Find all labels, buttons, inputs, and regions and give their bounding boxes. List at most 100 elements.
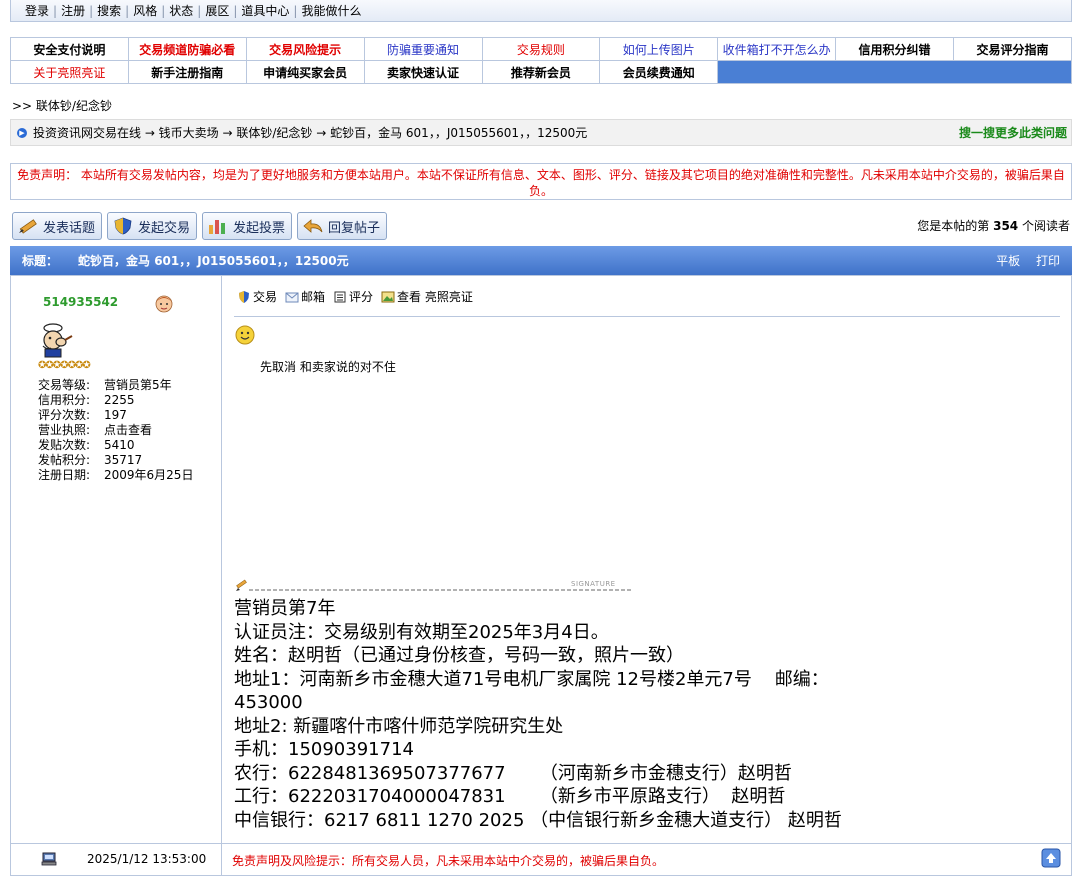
quicklink-safe-pay[interactable]: 安全支付说明	[10, 37, 129, 61]
quicklink-rating-guide[interactable]: 交易评分指南	[953, 37, 1072, 61]
star-icon: ✪	[38, 360, 46, 371]
stat-label: 信用积分:	[38, 393, 91, 407]
shield-icon	[114, 217, 132, 235]
view-license-label: 查看 亮照亮证	[397, 290, 473, 304]
stat-row: 营业执照: 点击查看	[38, 423, 193, 438]
nav-tools-center[interactable]: 道具中心	[237, 2, 293, 19]
quicklink-recommend-member[interactable]: 推荐新会员	[481, 60, 601, 84]
envelope-icon	[285, 292, 299, 302]
mailbox-link[interactable]: 邮箱	[285, 288, 325, 305]
stat-label: 发贴次数:	[38, 438, 91, 452]
reply-arrow-icon	[303, 219, 323, 233]
quicklink-newbie-guide[interactable]: 新手注册指南	[127, 60, 247, 84]
image-icon	[381, 291, 395, 302]
post-topic-button[interactable]: 发表话题	[12, 212, 103, 240]
nav-search[interactable]: 搜索	[93, 2, 125, 19]
quicklink-risk-notice[interactable]: 交易风险提示	[245, 37, 365, 61]
quicklink-inbox-help[interactable]: 收件箱打不开怎么办	[717, 37, 837, 61]
trade-label: 交易	[253, 290, 278, 304]
reply-button[interactable]: 回复帖子	[297, 212, 388, 240]
author-panel: 514935542 ✪ ✪ ✪ ✪ ✪ ✪ ✪ 交易等级: 营销员第5年 信用积…	[11, 276, 222, 843]
stat-label: 营业执照:	[38, 423, 91, 437]
trade-link[interactable]: 交易	[237, 288, 277, 305]
nav-style[interactable]: 风格	[129, 2, 161, 19]
quicklink-trade-rules[interactable]: 交易规则	[481, 37, 601, 61]
post-content: 交易 邮箱 评分 查看 亮照亮证 先取消 和卖家说的对不住 SIGNATURE …	[222, 276, 1071, 843]
signature-line: 农行：6228481369507377677 （河南新乡市金穗支行）赵明哲	[234, 762, 792, 784]
rate-link[interactable]: 评分	[333, 288, 373, 305]
star-icon: ✪	[60, 360, 68, 371]
stat-value: 5410	[104, 438, 135, 452]
signature-divider: SIGNATURE	[236, 579, 631, 591]
forum-path[interactable]: 投资资讯网交易在线 → 钱币大卖场 → 联体钞/纪念钞 → 蛇钞百，金马 601…	[33, 124, 587, 141]
quicklink-license[interactable]: 关于亮照亮证	[10, 60, 129, 84]
post-footer: 2025/1/12 13:53:00 免责声明及风险提示：所有交易人员，凡未采用…	[11, 843, 1071, 876]
start-poll-label: 发起投票	[233, 220, 286, 236]
stat-row: 注册日期: 2009年6月25日	[38, 468, 193, 483]
nav-exhibit[interactable]: 展区	[201, 2, 233, 19]
footer-warning: 免责声明及风险提示：所有交易人员，凡未采用本站中介交易的，被骗后果自负。	[232, 854, 665, 868]
stat-row: 评分次数: 197	[38, 408, 193, 423]
smiley-icon	[235, 325, 255, 345]
quicklink-filler	[717, 60, 1072, 84]
stat-label: 发帖积分:	[38, 453, 91, 467]
signature-tag: SIGNATURE	[571, 580, 616, 588]
stat-value: 197	[104, 408, 127, 422]
post-container: 514935542 ✪ ✪ ✪ ✪ ✪ ✪ ✪ 交易等级: 营销员第5年 信用积…	[10, 275, 1072, 876]
action-buttons: 发表话题 发起交易 发起投票 回复帖子	[12, 212, 388, 240]
signature-block: 营销员第7年 认证员注：交易级别有效期至2025年3月4日。 姓名：赵明哲（已通…	[234, 597, 842, 832]
signature-line: 地址1：河南新乡市金穗大道71号电机厂家属院 12号楼2单元7号 邮编：	[234, 668, 829, 690]
nav-what-can-i-do[interactable]: 我能做什么	[297, 2, 365, 19]
quicklink-credit-fix[interactable]: 信用积分纠错	[835, 37, 954, 61]
quicklink-upload-image[interactable]: 如何上传图片	[599, 37, 719, 61]
nav-register[interactable]: 注册	[57, 2, 89, 19]
signature-line: 453000	[234, 692, 303, 713]
stat-value: 35717	[104, 453, 143, 467]
quicklink-seller-verify[interactable]: 卖家快速认证	[363, 60, 483, 84]
stat-value: 2009年6月25日	[104, 468, 194, 482]
author-stats: 交易等级: 营销员第5年 信用积分: 2255 评分次数: 197 营业执照: 点击查看…	[38, 378, 193, 483]
nav-status[interactable]: 状态	[165, 2, 197, 19]
user-face-icon	[155, 295, 173, 313]
back-to-top-icon[interactable]	[1041, 848, 1061, 868]
start-trade-button[interactable]: 发起交易	[107, 212, 198, 240]
stat-label: 评分次数:	[38, 408, 91, 422]
quicklink-anti-fraud[interactable]: 交易频道防骗必看	[127, 37, 247, 61]
star-icon: ✪	[82, 360, 90, 371]
stat-row: 发帖积分: 35717	[38, 453, 193, 468]
start-poll-button[interactable]: 发起投票	[202, 212, 293, 240]
print-link[interactable]: 打印	[1036, 254, 1060, 268]
quick-links-table: 安全支付说明 交易频道防骗必看 交易风险提示 防骗重要通知 交易规则 如何上传图…	[10, 37, 1072, 84]
flat-view-link[interactable]: 平板	[996, 254, 1020, 268]
stat-row: 发贴次数: 5410	[38, 438, 193, 453]
license-link[interactable]: 点击查看	[104, 423, 152, 438]
stat-value: 2255	[104, 393, 135, 407]
document-icon	[334, 291, 346, 302]
quicklink-fraud-notice[interactable]: 防骗重要通知	[363, 37, 483, 61]
signature-line: 认证员注：交易级别有效期至2025年3月4日。	[234, 621, 609, 643]
shield-icon	[239, 290, 249, 303]
rate-label: 评分	[349, 290, 374, 304]
breadcrumb: >> 联体钞/纪念钞	[12, 99, 112, 113]
bar-chart-icon	[209, 220, 226, 234]
signature-line: 地址2: 新疆喀什市喀什师范学院研究生处	[234, 715, 564, 737]
star-icon: ✪	[67, 360, 76, 371]
arrow-bullet-icon: ▶	[17, 127, 27, 138]
start-trade-label: 发起交易	[138, 220, 191, 236]
star-icon: ✪	[45, 360, 53, 371]
quicklink-renewal-notice[interactable]: 会员续费通知	[599, 60, 719, 84]
post-footer-content: 免责声明及风险提示：所有交易人员，凡未采用本站中介交易的，被骗后果自负。	[222, 844, 1071, 876]
star-icon: ✪	[52, 360, 61, 371]
author-name[interactable]: 514935542	[43, 295, 118, 309]
post-footer-meta: 2025/1/12 13:53:00	[11, 844, 222, 876]
view-license-link[interactable]: 查看 亮照亮证	[381, 288, 473, 305]
stat-row: 交易等级: 营销员第5年	[38, 378, 193, 393]
search-more-link[interactable]: 搜一搜更多此类问题	[959, 124, 1067, 141]
stat-label: 注册日期:	[38, 468, 91, 482]
quicklink-buyer-member[interactable]: 申请纯买家会员	[245, 60, 365, 84]
nav-login[interactable]: 登录	[21, 2, 53, 19]
post-time: 2025/1/12 13:53:00	[87, 852, 207, 866]
signature-line: 中信银行：6217 6811 1270 2025 （中信银行新乡金穗大道支行） …	[234, 809, 842, 831]
stat-value: 营销员第5年	[104, 378, 172, 392]
post-action-links: 交易 邮箱 评分 查看 亮照亮证	[237, 288, 481, 305]
